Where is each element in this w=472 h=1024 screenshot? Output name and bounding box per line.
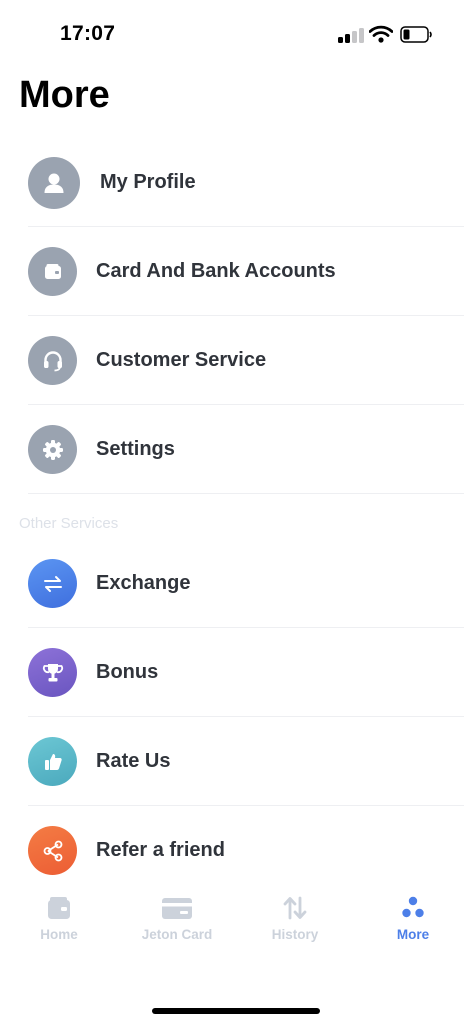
tab-label: History (271, 927, 319, 942)
menu-item-label: Bonus (96, 661, 159, 683)
menu-item-bonus[interactable]: Bonus (28, 628, 464, 717)
battery-icon (400, 26, 433, 43)
menu-item-card-and-bank-accounts[interactable]: Card And Bank Accounts (28, 227, 464, 316)
headset-icon (28, 336, 77, 385)
status-bar: 17:07 (0, 0, 472, 70)
home-indicator (152, 1008, 320, 1014)
card-icon (161, 890, 193, 926)
menu-item-label: Card And Bank Accounts (96, 260, 336, 282)
tab-more[interactable]: More (354, 882, 472, 952)
menu-item-label: Settings (96, 438, 175, 460)
tab-label: More (396, 927, 430, 942)
status-time: 17:07 (60, 22, 116, 45)
section-header-other-services: Other Services (19, 515, 119, 532)
tab-jeton-card[interactable]: Jeton Card (118, 882, 236, 952)
menu-item-settings[interactable]: Settings (28, 405, 464, 494)
thumbs-up-icon (28, 737, 77, 786)
arrows-updown-icon (281, 890, 309, 926)
user-icon (28, 156, 80, 209)
tab-label: Home (40, 927, 78, 942)
tab-home[interactable]: Home (0, 882, 118, 952)
share-icon (28, 826, 77, 875)
menu-item-label: Customer Service (96, 349, 267, 371)
tab-bar: Home Jeton Card History More (0, 882, 472, 952)
tab-label: Jeton Card (141, 927, 213, 942)
dots-icon (399, 890, 427, 926)
page-title: More (19, 74, 110, 116)
menu-item-customer-service[interactable]: Customer Service (28, 316, 464, 405)
menu-item-label: Refer a friend (96, 839, 225, 861)
wallet-icon (28, 247, 77, 296)
wifi-icon (368, 25, 394, 43)
menu-item-label: Rate Us (96, 750, 171, 772)
exchange-icon (28, 559, 77, 608)
divider (28, 493, 464, 494)
menu-item-label: My Profile (100, 171, 196, 193)
menu-item-rate-us[interactable]: Rate Us (28, 717, 464, 806)
trophy-icon (28, 648, 77, 697)
menu-item-label: Exchange (96, 572, 191, 594)
menu-item-exchange[interactable]: Exchange (28, 539, 464, 628)
menu-item-my-profile[interactable]: My Profile (28, 138, 464, 227)
wallet-icon (45, 890, 73, 926)
cellular-signal-icon (338, 27, 364, 43)
gear-icon (28, 425, 77, 474)
tab-history[interactable]: History (236, 882, 354, 952)
